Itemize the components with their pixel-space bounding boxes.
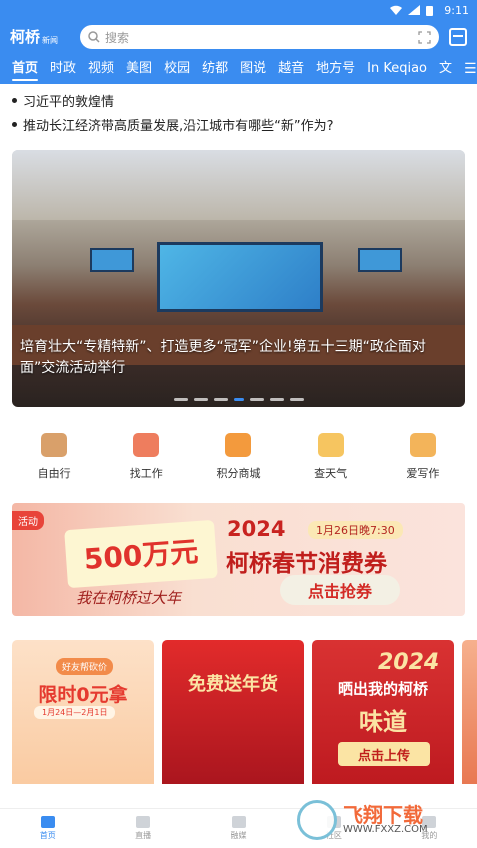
quick-link-label: 找工作	[129, 467, 163, 480]
search-icon	[88, 31, 100, 43]
banner-photo-side-screen	[90, 248, 134, 272]
gift-icon	[225, 433, 252, 457]
quick-link-label: 查天气	[314, 467, 348, 480]
download-site-watermark: 飞翔下载 WWW.FXXZ.COM	[297, 796, 465, 844]
status-bar: 9:11	[0, 0, 477, 20]
wifi-icon	[390, 5, 403, 15]
quick-links: 自由行 找工作 积分商城 查天气 爱写作	[0, 407, 477, 491]
carousel-indicator	[12, 398, 465, 401]
headline-item[interactable]: 推动长江经济带高质量发展,沿江城市有哪些“新”作为?	[12, 112, 465, 136]
bottom-tab-media[interactable]: 融媒	[191, 809, 286, 848]
carousel-dot[interactable]	[193, 398, 208, 401]
banner-photo-screen	[157, 242, 323, 312]
suitcase-icon	[41, 433, 68, 457]
bottom-tab-home[interactable]: 首页	[0, 809, 95, 848]
media-icon	[231, 816, 246, 828]
activity-card-keqiao-taste[interactable]: 2024 晒出我的柯桥 味道 点击上传	[312, 640, 454, 784]
tab-textile[interactable]: 纺都	[196, 54, 234, 84]
tab-culture[interactable]: 文	[433, 54, 458, 84]
watermark-url: WWW.FXXZ.COM	[343, 824, 428, 835]
resume-icon	[133, 433, 160, 457]
app-header: 柯桥 新闻 搜索	[0, 20, 477, 54]
quick-link-label: 爱写作	[406, 467, 440, 480]
banner-caption: 培育壮大“专精特新”、打造更多“冠军”企业!第五十三期“政企面对面”交流活动举行	[20, 339, 426, 376]
promo-slogan: 我在柯桥过大年	[76, 589, 182, 607]
promo-date: 1月26日晚7:30	[308, 521, 403, 539]
tab-politics[interactable]: 时政	[44, 54, 82, 84]
card-title: 晒出我的柯桥	[337, 680, 428, 698]
headline-list: 习近平的敦煌情 推动长江经济带高质量发展,沿江城市有哪些“新”作为?	[0, 84, 477, 136]
status-time: 9:11	[444, 3, 469, 17]
promo-banner[interactable]: 活动 500万元 我在柯桥过大年 2024 1月26日晚7:30 柯桥春节消费券…	[12, 503, 465, 616]
logo-subtext: 新闻	[42, 35, 59, 45]
headline-item[interactable]: 习近平的敦煌情	[12, 88, 465, 112]
quick-link-label: 积分商城	[216, 467, 261, 480]
home-icon	[40, 816, 55, 828]
tab-photos[interactable]: 美图	[120, 54, 158, 84]
cloud-icon	[317, 433, 344, 457]
tab-in-keqiao[interactable]: In Keqiao	[361, 54, 433, 84]
card-title: 免费送年货	[188, 674, 278, 695]
watermark-text: 飞翔下载 WWW.FXXZ.COM	[343, 805, 428, 835]
card-subtitle: 味道	[359, 708, 407, 736]
activity-card-bargain[interactable]: 好友帮砍价 限时0元拿 1月24日—2月1日	[12, 640, 154, 784]
card-chip: 好友帮砍价	[56, 658, 114, 675]
promo-amount: 500万元	[64, 519, 218, 589]
quick-link-label: 自由行	[37, 467, 71, 480]
logo-text: 柯桥	[10, 27, 41, 46]
tab-local[interactable]: 地方号	[310, 54, 361, 84]
tab-graphics[interactable]: 图说	[234, 54, 272, 84]
activity-card-new-year-goods[interactable]: 免费送年货	[162, 640, 304, 784]
quick-link-travel[interactable]: 自由行	[19, 433, 89, 491]
card-date: 1月24日—2月1日	[34, 706, 116, 719]
quick-link-jobs[interactable]: 找工作	[111, 433, 181, 491]
signal-icon	[408, 5, 421, 15]
scan-icon[interactable]	[418, 30, 431, 44]
activity-cards: 好友帮砍价 限时0元拿 1月24日—2月1日 免费送年货 2024 晒出我的柯桥…	[0, 616, 477, 784]
menu-icon[interactable]: ☰	[458, 61, 477, 77]
notepad-icon	[409, 433, 436, 457]
carousel-dot[interactable]	[213, 398, 228, 401]
upload-button[interactable]: 点击上传	[338, 742, 430, 766]
battery-icon	[426, 5, 438, 16]
promo-tag: 活动	[12, 511, 44, 530]
tab-opera[interactable]: 越音	[272, 54, 310, 84]
search-placeholder: 搜索	[105, 30, 130, 45]
carousel-banner[interactable]: 培育壮大“专精特新”、打造更多“冠军”企业!第五十三期“政企面对面”交流活动举行	[12, 150, 465, 407]
carousel-dot[interactable]	[289, 398, 304, 401]
search-input[interactable]: 搜索	[80, 25, 439, 49]
watermark-logo-icon	[297, 800, 337, 840]
quick-link-weather[interactable]: 查天气	[296, 433, 366, 491]
quick-link-points-mall[interactable]: 积分商城	[203, 433, 273, 491]
carousel-dot[interactable]	[269, 398, 284, 401]
quick-link-writing[interactable]: 爱写作	[388, 433, 458, 491]
calendar-icon[interactable]	[449, 28, 467, 46]
tab-video[interactable]: 视频	[82, 54, 120, 84]
live-icon	[136, 816, 151, 828]
carousel-dot[interactable]	[173, 398, 188, 401]
banner-photo-ceiling	[12, 150, 465, 220]
activity-card-partial[interactable]	[462, 640, 477, 784]
tab-home[interactable]: 首页	[6, 54, 44, 84]
bottom-tab-label: 融媒	[230, 831, 247, 840]
promo-title: 柯桥春节消费券	[226, 551, 387, 577]
watermark-title: 飞翔下载	[343, 803, 423, 827]
channel-tabs: 首页 时政 视频 美图 校园 纺都 图说 越音 地方号 In Keqiao 文 …	[0, 54, 477, 84]
app-logo: 柯桥 新闻	[10, 27, 70, 46]
promo-year: 2024	[227, 517, 286, 541]
carousel-dot[interactable]	[233, 398, 244, 401]
banner-photo-side-screen	[358, 248, 402, 272]
carousel-dot[interactable]	[249, 398, 264, 401]
tab-campus[interactable]: 校园	[158, 54, 196, 84]
bottom-tab-live[interactable]: 直播	[95, 809, 190, 848]
claim-coupon-button[interactable]: 点击抢券	[280, 575, 400, 605]
card-year: 2024	[378, 650, 440, 675]
bottom-tab-label: 首页	[39, 831, 56, 840]
bottom-tab-label: 直播	[135, 831, 152, 840]
card-title: 限时0元拿	[38, 684, 128, 706]
